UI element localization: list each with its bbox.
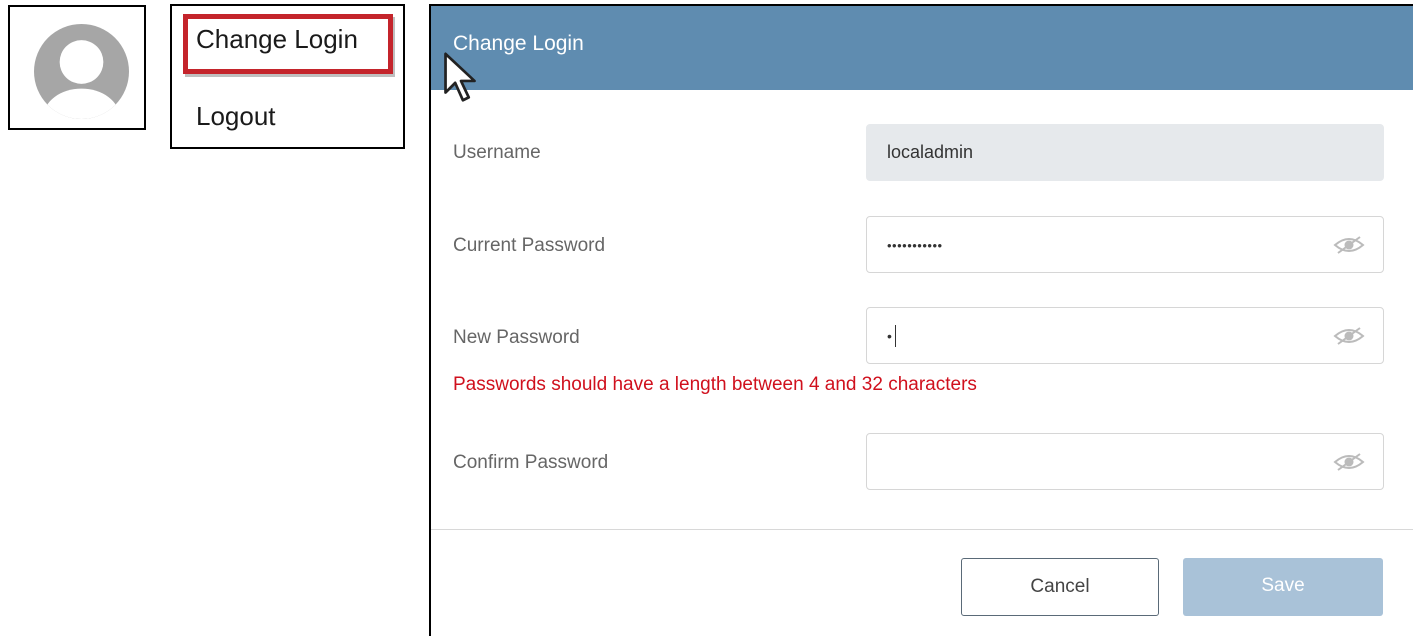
confirm-password-field[interactable] — [866, 433, 1384, 490]
new-password-field[interactable]: • — [866, 307, 1384, 364]
eye-icon[interactable] — [1333, 235, 1365, 255]
current-password-value: ••••••••••• — [887, 238, 943, 253]
change-login-dialog: Change Login Username localadmin Current… — [429, 4, 1413, 636]
current-password-field[interactable]: ••••••••••• — [866, 216, 1384, 273]
user-menu: Change Login Logout — [170, 4, 405, 149]
user-avatar-button[interactable] — [8, 5, 146, 130]
password-length-error: Passwords should have a length between 4… — [453, 374, 977, 395]
dialog-header: Change Login — [431, 6, 1413, 90]
cancel-button[interactable]: Cancel — [961, 558, 1159, 616]
new-password-value: • — [887, 328, 892, 344]
footer-divider — [431, 529, 1413, 530]
avatar-icon — [34, 24, 129, 119]
new-password-label: New Password — [453, 327, 580, 348]
menu-item-logout[interactable]: Logout — [196, 101, 276, 132]
username-label: Username — [453, 142, 541, 163]
confirm-password-label: Confirm Password — [453, 452, 609, 473]
current-password-label: Current Password — [453, 235, 606, 256]
text-caret — [894, 325, 896, 348]
eye-icon[interactable] — [1333, 326, 1365, 346]
mouse-cursor-icon — [444, 52, 476, 102]
eye-icon[interactable] — [1333, 452, 1365, 472]
username-field: localadmin — [866, 124, 1384, 181]
save-button[interactable]: Save — [1183, 558, 1383, 616]
username-value: localadmin — [887, 142, 974, 162]
menu-item-change-login[interactable]: Change Login — [196, 24, 358, 55]
